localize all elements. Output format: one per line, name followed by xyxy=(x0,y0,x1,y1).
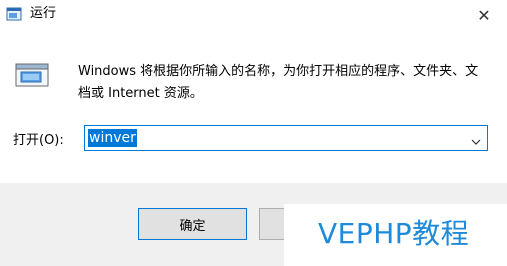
ok-button-label: 确定 xyxy=(179,218,206,234)
close-button[interactable]: ✕ xyxy=(461,0,507,30)
dialog-description: Windows 将根据你所输入的名称，为你打开相应的程序、文件夹、文档或 Int… xyxy=(78,64,479,101)
watermark: VEPHP教程 xyxy=(284,204,507,266)
open-input[interactable]: winver xyxy=(88,129,137,147)
close-icon: ✕ xyxy=(477,5,491,25)
window-title: 运行 xyxy=(30,6,57,21)
watermark-text: VEPHP教程 xyxy=(318,217,470,250)
chevron-down-icon[interactable] xyxy=(471,132,481,145)
open-combobox[interactable]: winver xyxy=(84,125,488,151)
run-window-icon xyxy=(6,6,22,22)
title-bar: 运行 ✕ xyxy=(0,0,507,30)
open-label: 打开(O): xyxy=(13,133,64,148)
run-dialog-icon xyxy=(14,60,52,92)
ok-button[interactable]: 确定 xyxy=(138,208,247,240)
